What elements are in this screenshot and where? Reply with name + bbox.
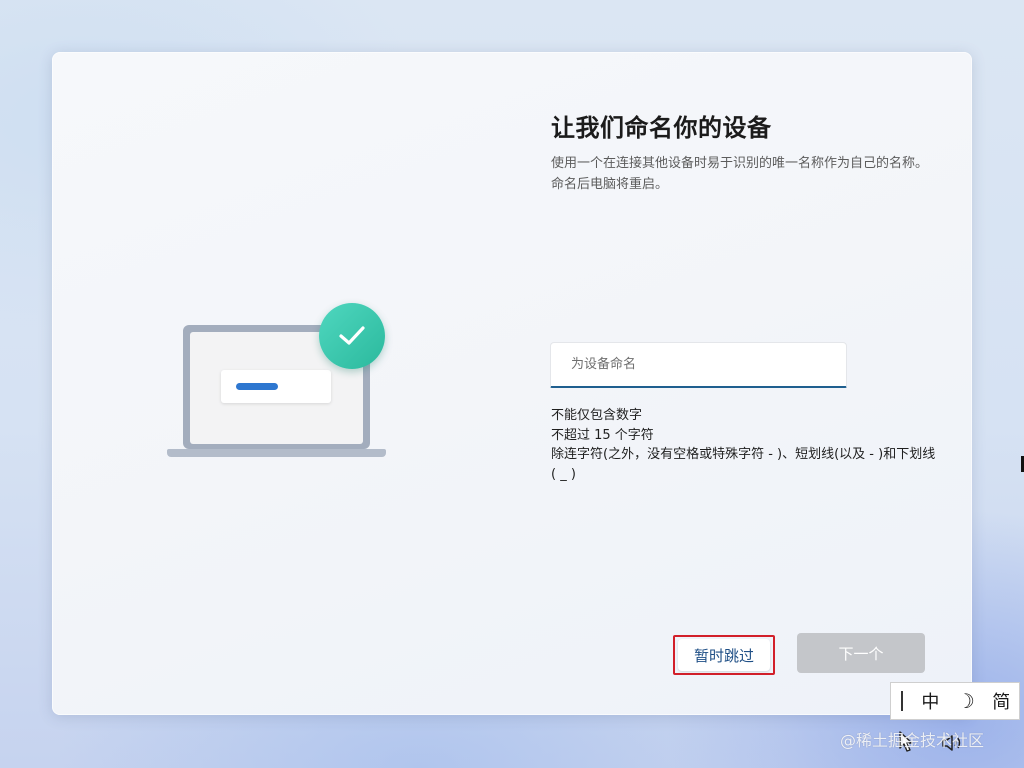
page-subtitle: 使用一个在连接其他设备时易于识别的唯一名称作为自己的名称。命名后电脑将重启。 bbox=[551, 156, 929, 192]
ime-toolbar: 中 ☽ 简 bbox=[890, 682, 1020, 720]
next-button[interactable]: 下一个 bbox=[797, 633, 925, 673]
skip-for-now-button[interactable]: 暂时跳过 bbox=[678, 639, 770, 671]
ime-drag-handle[interactable] bbox=[891, 683, 913, 719]
ime-mode-toggle[interactable]: 中 bbox=[913, 683, 948, 719]
rule-item: 不能仅包含数字 bbox=[551, 408, 643, 423]
rule-item: 不超过 15 个字符 bbox=[551, 427, 654, 443]
ime-script-toggle[interactable]: 简 bbox=[984, 683, 1019, 719]
naming-rules: 不能仅包含数字 不超过 15 个字符 除连字符(之外，没有空格或特殊字符 - )… bbox=[551, 406, 936, 484]
laptop-base bbox=[167, 449, 386, 457]
dialog-progress-bar bbox=[236, 383, 278, 390]
rule-item: 除连字符(之外，没有空格或特殊字符 - )、短划线(以及 - )和下划线( _ … bbox=[551, 447, 936, 482]
checkmark-icon bbox=[319, 303, 385, 369]
device-name-input[interactable] bbox=[550, 342, 847, 388]
page-title: 让我们命名你的设备 bbox=[551, 114, 772, 142]
dialog-card bbox=[221, 370, 331, 403]
ime-punctuation-icon[interactable]: ☽ bbox=[948, 683, 983, 719]
watermark: @稀土掘金技术社区 bbox=[840, 731, 985, 750]
